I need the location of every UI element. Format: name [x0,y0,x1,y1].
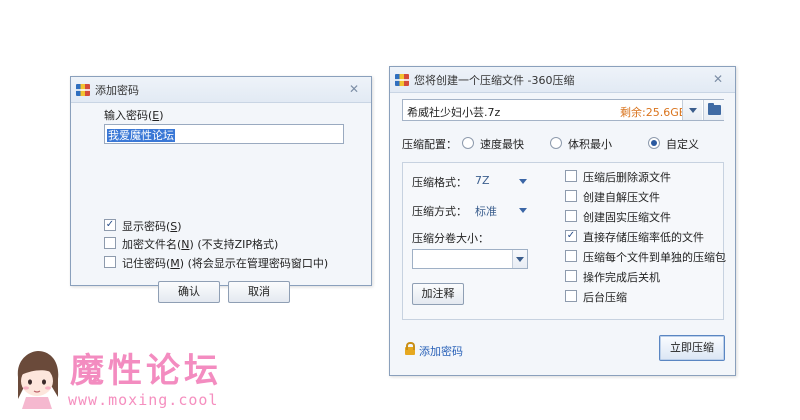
title-bar[interactable]: 添加密码 ✕ [71,77,371,103]
solid-archive-label: 创建固实压缩文件 [583,211,671,224]
method-label: 压缩方式： [412,205,467,218]
password-value: 我爱魔性论坛 [107,129,175,142]
chevron-down-icon[interactable] [519,179,527,184]
self-extract-label: 创建自解压文件 [583,191,660,204]
create-archive-dialog: 您将创建一个压缩文件 -360压缩 ✕ 希威社少妇小芸.7z 剩余:25.6GB… [389,66,736,376]
separate-archives-label: 压缩每个文件到单独的压缩包 [583,251,726,264]
checkbox-store-low-ratio[interactable] [565,230,577,242]
radio-smallest-label: 体积最小 [568,138,612,151]
method-select[interactable]: 标准 [475,203,497,219]
app-icon [395,73,409,86]
checkbox-background[interactable] [565,290,577,302]
lock-icon[interactable] [405,342,415,355]
encrypt-filenames-label: 加密文件名(N) (不支持ZIP格式) [122,238,279,251]
archive-file-name: 希威社少妇小芸.7z [407,106,501,119]
encrypt-filenames-checkbox[interactable] [104,237,116,249]
remember-password-checkbox[interactable] [104,256,116,268]
cancel-button[interactable]: 取消 [228,281,290,303]
disk-remaining-label: 剩余:25.6GB [620,106,687,119]
show-password-checkbox[interactable] [104,219,116,231]
app-icon [76,83,90,96]
dropdown-arrow-icon[interactable] [682,100,702,120]
compress-now-button[interactable]: 立即压缩 [659,335,725,361]
folder-icon [708,103,721,115]
password-prompt-label: 输入密码(E) [104,109,164,122]
close-icon[interactable]: ✕ [709,71,727,87]
background-label: 后台压缩 [583,291,627,304]
compress-config-label: 压缩配置： [402,138,457,151]
watermark: 魔性论坛 www.moxing.cool [12,343,242,415]
add-password-link[interactable]: 添加密码 [419,343,463,359]
show-password-label: 显示密码(S) [122,220,182,233]
watermark-url: www.moxing.cool [68,391,219,409]
format-select[interactable]: 7Z [475,174,490,187]
close-icon[interactable]: ✕ [345,81,363,97]
title-bar[interactable]: 您将创建一个压缩文件 -360压缩 ✕ [390,67,735,93]
dialog-body: 希威社少妇小芸.7z 剩余:25.6GB 压缩配置： 速度最快 体积最小 自定义… [390,93,735,376]
watermark-title: 魔性论坛 [70,351,222,391]
volume-size-combo[interactable] [412,249,528,269]
avatar-face-icon [17,351,59,409]
remember-password-label: 记住密码(M) (将会显示在管理密码窗口中) [122,257,329,270]
radio-custom[interactable] [648,137,660,149]
radio-fastest-label: 速度最快 [480,138,524,151]
confirm-button[interactable]: 确认 [158,281,220,303]
checkbox-shutdown[interactable] [565,270,577,282]
radio-fastest[interactable] [462,137,474,149]
delete-source-label: 压缩后删除源文件 [583,171,671,184]
add-comment-button[interactable]: 加注释 [412,283,464,305]
archive-path-field[interactable]: 希威社少妇小芸.7z 剩余:25.6GB [402,99,724,121]
custom-options-panel: 压缩格式： 7Z 压缩方式： 标准 压缩分卷大小： 加注释 压缩后删除源文件 创… [402,162,726,320]
dialog-body: 输入密码(E) 我爱魔性论坛 显示密码(S) 加密文件名(N) (不支持ZIP格… [71,103,371,303]
add-password-dialog: 添加密码 ✕ 输入密码(E) 我爱魔性论坛 显示密码(S) 加密文件名(N) (… [70,76,372,303]
browse-folder-button[interactable] [703,100,724,120]
checkbox-solid-archive[interactable] [565,210,577,222]
chevron-down-icon[interactable] [519,208,527,213]
dialog-title: 您将创建一个压缩文件 -360压缩 [414,73,575,87]
checkbox-separate-archives[interactable] [565,250,577,262]
checkbox-delete-source[interactable] [565,170,577,182]
volume-size-label: 压缩分卷大小： [412,232,489,245]
password-input[interactable]: 我爱魔性论坛 [104,124,344,144]
dropdown-arrow-icon[interactable] [512,250,527,268]
radio-custom-label: 自定义 [666,138,699,151]
format-label: 压缩格式： [412,176,467,189]
shutdown-label: 操作完成后关机 [583,271,660,284]
dialog-title: 添加密码 [95,83,139,97]
store-low-ratio-label: 直接存储压缩率低的文件 [583,231,704,244]
radio-smallest[interactable] [550,137,562,149]
checkbox-self-extract[interactable] [565,190,577,202]
